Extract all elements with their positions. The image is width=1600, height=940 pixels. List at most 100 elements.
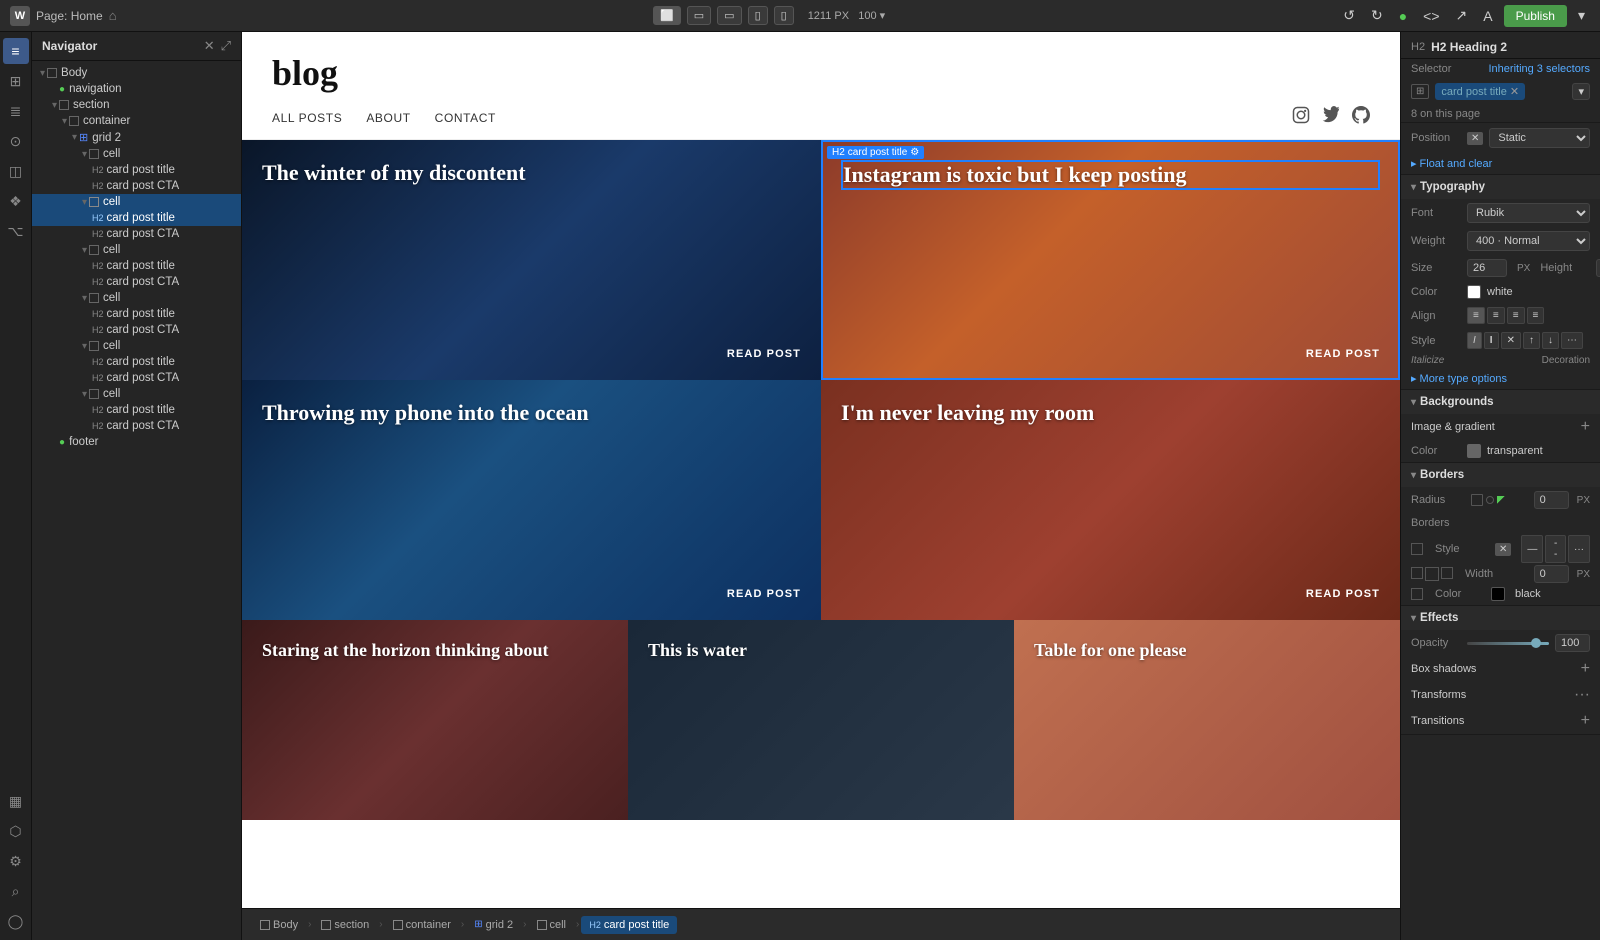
nav-item-cell3-cta[interactable]: H2 card post CTA xyxy=(32,274,241,290)
nav-item-section[interactable]: ▾ section xyxy=(32,97,241,113)
align-left-btn[interactable]: ≡ xyxy=(1467,307,1485,324)
ecommerce-icon[interactable]: ⊙ xyxy=(3,128,29,154)
bg-color-swatch[interactable] xyxy=(1467,444,1481,458)
nav-item-navigation[interactable]: ▸ ● navigation xyxy=(32,81,241,97)
nav-item-body[interactable]: ▾ Body xyxy=(32,65,241,81)
border-dashed-btn[interactable]: - - xyxy=(1545,535,1566,563)
opacity-input[interactable] xyxy=(1555,634,1590,652)
nav-item-cell6[interactable]: ▾ cell xyxy=(32,386,241,402)
card-cta-1[interactable]: READ POST xyxy=(727,348,801,360)
blog-card-3[interactable]: Throwing my phone into the ocean READ PO… xyxy=(242,380,821,620)
desktop-btn[interactable]: ▭ xyxy=(687,6,711,25)
align-center-btn[interactable]: ≡ xyxy=(1487,307,1505,324)
add-transition-btn[interactable]: + xyxy=(1581,712,1590,730)
export-btn[interactable]: ↗ xyxy=(1451,5,1473,26)
nav-item-cell4[interactable]: ▾ cell xyxy=(32,290,241,306)
borders-header[interactable]: ▾ Borders xyxy=(1401,463,1600,487)
breadcrumb-section[interactable]: section xyxy=(313,916,377,934)
nav-link-all-posts[interactable]: ALL POSTS xyxy=(272,111,342,125)
breadcrumb-body[interactable]: Body xyxy=(252,916,306,934)
nav-item-grid2[interactable]: ▾ ⊞ grid 2 xyxy=(32,129,241,146)
align-right-btn[interactable]: ≡ xyxy=(1507,307,1525,324)
logic-icon[interactable]: ⌥ xyxy=(3,218,29,244)
navigator-icon[interactable]: ≡ xyxy=(3,38,29,64)
align-justify-btn[interactable]: ≡ xyxy=(1527,307,1545,324)
instagram-icon[interactable] xyxy=(1292,106,1310,129)
position-clear-btn[interactable]: ✕ xyxy=(1467,132,1483,145)
nav-link-contact[interactable]: CONTACT xyxy=(435,111,496,125)
nav-item-cell1-cta[interactable]: H2 card post CTA xyxy=(32,178,241,194)
blog-card-7[interactable]: Table for one please xyxy=(1014,620,1400,820)
nav-item-cell5[interactable]: ▾ cell xyxy=(32,338,241,354)
settings-gear-icon[interactable]: ⚙ xyxy=(910,147,919,158)
opacity-slider-thumb[interactable] xyxy=(1531,638,1541,648)
opacity-slider[interactable] xyxy=(1467,642,1549,645)
layers-icon[interactable]: ▦ xyxy=(3,788,29,814)
position-select[interactable]: Static xyxy=(1489,128,1590,148)
font-select[interactable]: Rubik xyxy=(1467,203,1590,223)
blog-card-4[interactable]: I'm never leaving my room READ POST xyxy=(821,380,1400,620)
italic-btn[interactable]: I xyxy=(1467,332,1482,349)
blog-card-6[interactable]: This is water xyxy=(628,620,1014,820)
navigator-expand-btn[interactable]: ⤢ xyxy=(221,38,231,54)
blog-card-1[interactable]: The winter of my discontent READ POST xyxy=(242,140,821,380)
nav-item-cell3[interactable]: ▾ cell xyxy=(32,242,241,258)
nav-item-cell4-cta[interactable]: H2 card post CTA xyxy=(32,322,241,338)
border-color-box[interactable] xyxy=(1411,588,1423,600)
add-background-btn[interactable]: + xyxy=(1581,418,1590,436)
navigator-close-btn[interactable]: ✕ xyxy=(204,38,215,54)
account-icon[interactable]: ◯ xyxy=(3,908,29,934)
inheriting-selectors-link[interactable]: Inheriting 3 selectors xyxy=(1489,63,1591,75)
strikethrough-btn[interactable]: ✕ xyxy=(1501,332,1521,349)
tablet-landscape-btn[interactable]: ▭ xyxy=(717,6,741,25)
assets-icon[interactable]: ◫ xyxy=(3,158,29,184)
desktop-large-btn[interactable]: ⬜ xyxy=(653,6,681,25)
nav-item-cell5-title[interactable]: H2 card post title xyxy=(32,354,241,370)
settings-icon-left[interactable]: ⚙ xyxy=(3,848,29,874)
border-checkbox-1[interactable] xyxy=(1411,543,1423,555)
breadcrumb-card-title[interactable]: H2 card post title xyxy=(581,916,677,934)
publish-dropdown-btn[interactable]: ▾ xyxy=(1573,5,1590,26)
card-cta-2[interactable]: READ POST xyxy=(1306,348,1380,360)
blog-card-5[interactable]: Staring at the horizon thinking about xyxy=(242,620,628,820)
border-solid-btn[interactable]: — xyxy=(1521,535,1543,563)
blog-card-2[interactable]: H2 card post title ⚙ Instagram is toxic … xyxy=(821,140,1400,380)
more-style-btn[interactable]: ⋯ xyxy=(1561,332,1583,349)
interactions-icon[interactable]: ⬡ xyxy=(3,818,29,844)
nav-link-about[interactable]: ABOUT xyxy=(366,111,410,125)
nav-item-cell2[interactable]: ▾ cell xyxy=(32,194,241,210)
publish-button[interactable]: Publish xyxy=(1504,5,1567,27)
github-icon[interactable] xyxy=(1352,106,1370,129)
weight-select[interactable]: 400 · Normal xyxy=(1467,231,1590,251)
code-btn[interactable]: <> xyxy=(1418,6,1444,26)
nav-item-cell4-title[interactable]: H2 card post title xyxy=(32,306,241,322)
card-cta-3[interactable]: READ POST xyxy=(727,588,801,600)
effects-header[interactable]: ▾ Effects xyxy=(1401,606,1600,630)
size-input[interactable] xyxy=(1467,259,1507,277)
nav-item-cell5-cta[interactable]: H2 card post CTA xyxy=(32,370,241,386)
breadcrumb-container[interactable]: container xyxy=(385,916,459,934)
nav-item-cell2-cta[interactable]: H2 card post CTA xyxy=(32,226,241,242)
radius-input[interactable] xyxy=(1534,491,1569,509)
more-type-options-link[interactable]: ▸ More type options xyxy=(1401,368,1600,389)
add-box-shadow-btn[interactable]: + xyxy=(1581,660,1590,678)
subscript-btn[interactable]: ↓ xyxy=(1542,332,1559,349)
float-clear-link[interactable]: ▸ Float and clear xyxy=(1401,153,1600,174)
add-transform-btn[interactable]: ··· xyxy=(1574,686,1590,704)
twitter-icon[interactable] xyxy=(1322,106,1340,129)
status-btn[interactable]: ● xyxy=(1394,6,1412,26)
selector-tag[interactable]: card post title ✕ xyxy=(1435,83,1525,100)
border-style-clear-btn[interactable]: ✕ xyxy=(1495,543,1511,556)
components-icon[interactable]: ❖ xyxy=(3,188,29,214)
breadcrumb-grid2[interactable]: ⊞ grid 2 xyxy=(466,916,521,934)
nav-item-cell6-cta[interactable]: H2 card post CTA xyxy=(32,418,241,434)
undo-btn[interactable]: ↺ xyxy=(1338,5,1360,26)
nav-item-footer[interactable]: ▸ ● footer xyxy=(32,434,241,450)
nav-item-cell1-title[interactable]: H2 card post title xyxy=(32,162,241,178)
color-swatch[interactable] xyxy=(1467,285,1481,299)
border-width-input[interactable] xyxy=(1534,565,1569,583)
border-size-box-2[interactable] xyxy=(1425,567,1439,581)
breadcrumb-cell[interactable]: cell xyxy=(529,916,575,934)
nav-item-cell2-title[interactable]: H2 card post title xyxy=(32,210,241,226)
nav-item-cell6-title[interactable]: H2 card post title xyxy=(32,402,241,418)
